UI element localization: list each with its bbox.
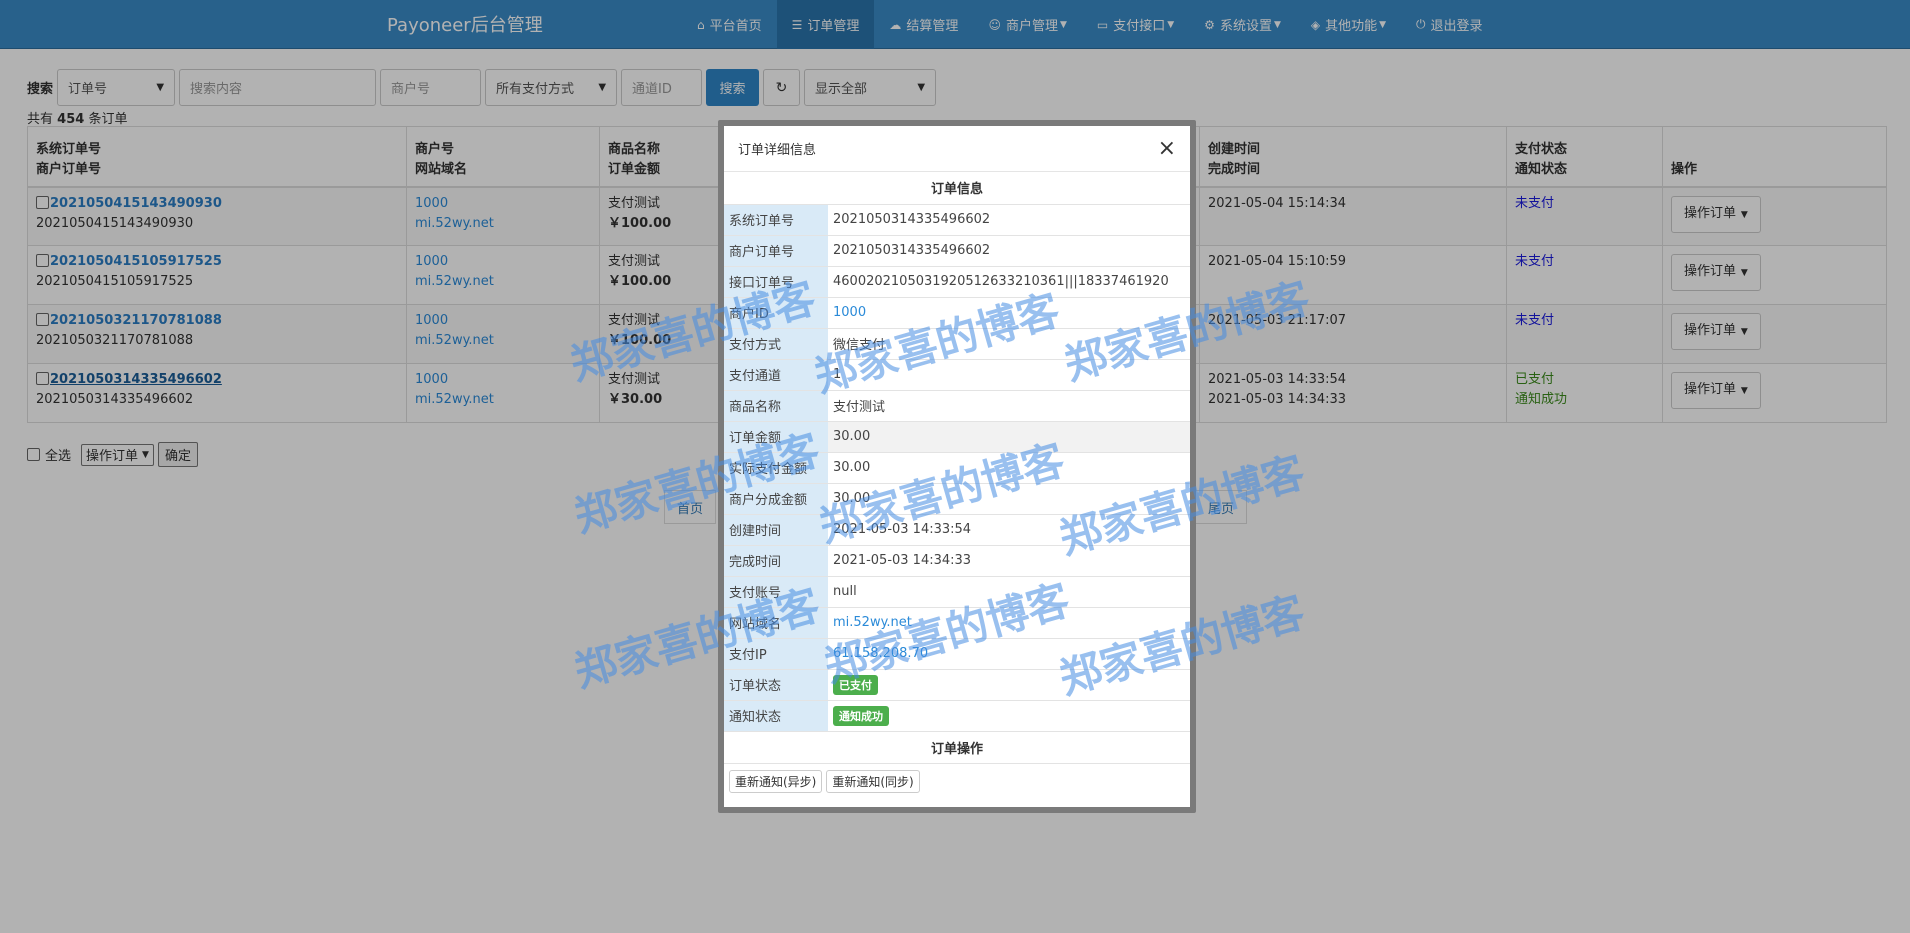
detail-row: 系统订单号 2021050314335496602 (724, 204, 1190, 236)
detail-key: 商品名称 (724, 390, 828, 422)
status-badge: 通知成功 (833, 705, 889, 726)
detail-key: 商户订单号 (724, 235, 828, 267)
detail-key: 系统订单号 (724, 204, 828, 236)
detail-key: 订单状态 (724, 669, 828, 701)
detail-key: 创建时间 (724, 514, 828, 546)
order-actions: 重新通知(异步) 重新通知(同步) (724, 764, 1190, 799)
detail-value: 2021050314335496602 (828, 204, 1190, 236)
detail-row: 商户订单号 2021050314335496602 (724, 235, 1190, 267)
section-order-info: 订单信息 (724, 172, 1190, 205)
section-order-actions: 订单操作 (724, 731, 1190, 764)
detail-value: 2021050314335496602 (828, 235, 1190, 267)
detail-text: 2021050314335496602 (833, 212, 991, 227)
detail-key: 通知状态 (724, 700, 828, 732)
detail-row: 商品名称 支付测试 (724, 390, 1190, 422)
detail-text: 支付测试 (833, 400, 886, 415)
detail-text: 4600202105031920512633210361|||183374619… (833, 274, 1169, 289)
detail-value: 通知成功 (828, 700, 1190, 732)
detail-text: null (833, 584, 857, 599)
detail-text: 30.00 (833, 429, 871, 444)
modal-header: 订单详细信息 × (724, 126, 1190, 172)
detail-text: 2021050314335496602 (833, 243, 991, 258)
section-row: 订单操作 (724, 731, 1190, 764)
detail-row: 通知状态 通知成功 (724, 700, 1190, 732)
close-icon[interactable]: × (1158, 137, 1176, 160)
detail-key: 完成时间 (724, 545, 828, 577)
detail-text: 2021-05-03 14:34:33 (833, 553, 972, 568)
modal-title: 订单详细信息 (738, 143, 817, 158)
detail-link[interactable]: 1000 (833, 305, 866, 320)
renotify-sync-button[interactable]: 重新通知(同步) (826, 769, 920, 793)
detail-text: 30.00 (833, 460, 871, 475)
detail-value: 2021-05-03 14:34:33 (828, 545, 1190, 577)
detail-value: 支付测试 (828, 390, 1190, 422)
renotify-async-button[interactable]: 重新通知(异步) (729, 769, 823, 793)
